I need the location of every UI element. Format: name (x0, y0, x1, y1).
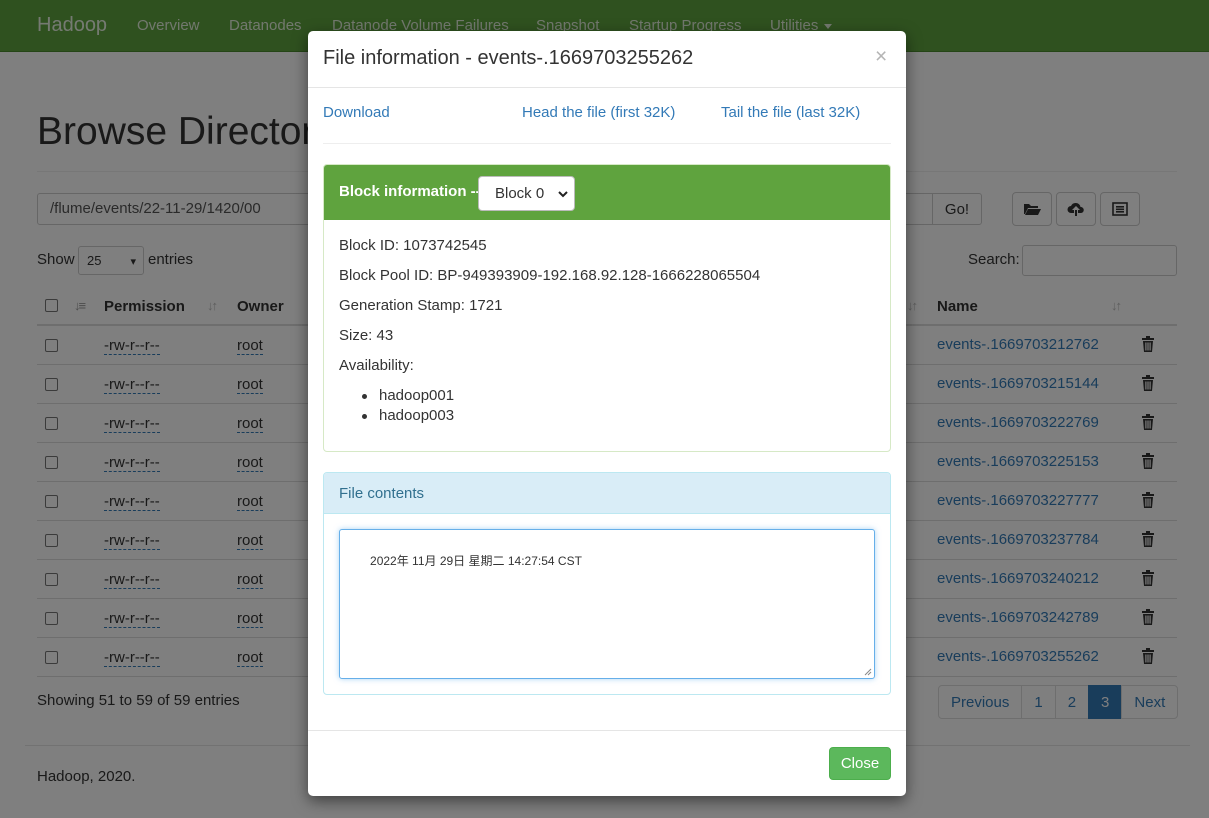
file-contents-text: 2022年 11月 29日 星期二 14:27:54 CST (370, 554, 582, 568)
links-divider (323, 143, 891, 144)
download-link[interactable]: Download (323, 104, 390, 121)
availability-label: Availability: (339, 357, 414, 374)
file-info-modal: File information - events-.1669703255262… (308, 31, 906, 796)
modal-header-divider (308, 87, 906, 88)
file-contents-textarea[interactable]: 2022年 11月 29日 星期二 14:27:54 CST (339, 529, 875, 679)
block-size: Size: 43 (339, 327, 394, 344)
block-information-panel: Block information -- Block 0 Block ID: 1… (323, 164, 891, 452)
block-panel-title: Block information -- (339, 183, 481, 200)
generation-stamp: Generation Stamp: 1721 (339, 297, 503, 314)
bullet-icon (362, 394, 367, 399)
bullet-icon (362, 414, 367, 419)
file-contents-title: File contents (339, 485, 425, 502)
file-contents-header: File contents (324, 473, 890, 514)
close-button[interactable]: Close (829, 747, 891, 780)
host-item: hadoop001 (379, 387, 455, 404)
block-panel-header: Block information -- Block 0 (324, 165, 890, 220)
block-pool-id: Block Pool ID: BP-949393909-192.168.92.1… (339, 267, 761, 284)
head-file-link[interactable]: Head the file (first 32K) (522, 104, 675, 121)
resize-handle-icon[interactable] (864, 668, 872, 676)
file-contents-panel: File contents 2022年 11月 29日 星期二 14:27:54… (323, 472, 891, 695)
block-select[interactable]: Block 0 (478, 176, 575, 211)
modal-footer-divider (308, 730, 906, 731)
tail-file-link[interactable]: Tail the file (last 32K) (721, 104, 860, 121)
chevron-down-icon (558, 191, 568, 198)
host-item: hadoop003 (379, 407, 455, 424)
block-id: Block ID: 1073742545 (339, 237, 487, 254)
close-icon[interactable]: × (875, 46, 887, 67)
block-select-value: Block 0 (495, 185, 545, 202)
modal-title: File information - events-.1669703255262 (323, 47, 694, 69)
